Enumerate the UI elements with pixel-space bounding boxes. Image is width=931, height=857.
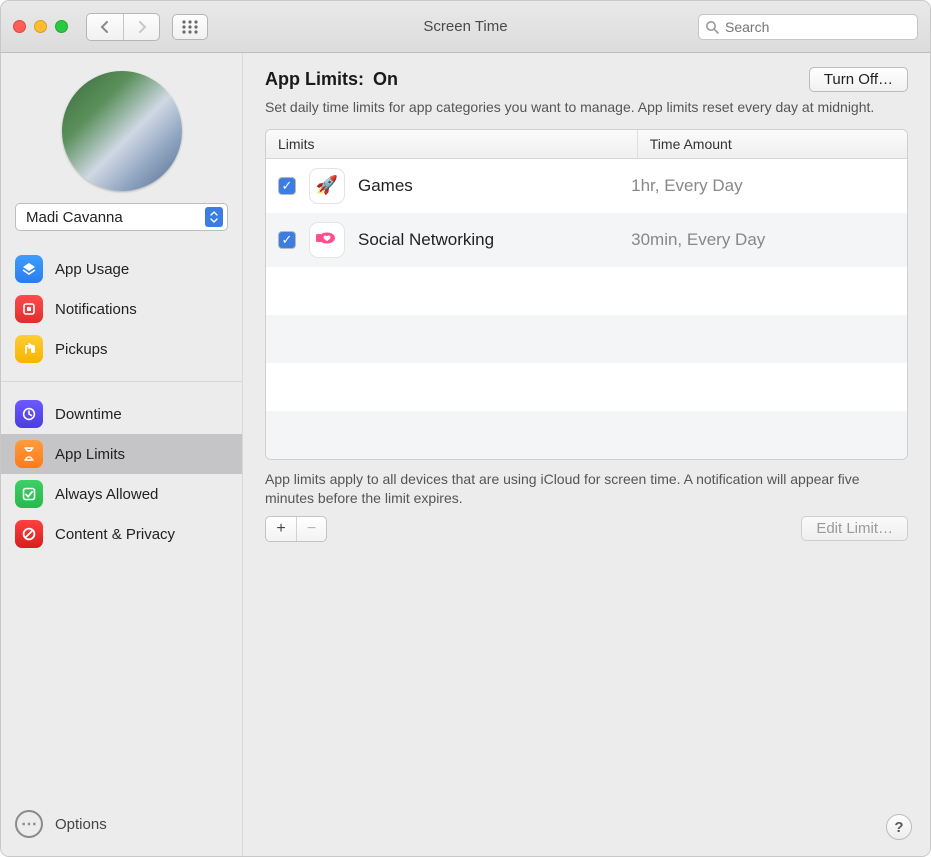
traffic-lights	[13, 20, 68, 33]
sidebar-item-label: App Usage	[55, 261, 129, 278]
sidebar-item-label: Content & Privacy	[55, 526, 175, 543]
show-all-button[interactable]	[172, 14, 208, 40]
search-field[interactable]	[698, 14, 918, 40]
col-amount[interactable]: Time Amount	[638, 130, 907, 158]
page-description: Set daily time limits for app categories…	[265, 98, 905, 117]
edit-limit-button[interactable]: Edit Limit…	[801, 516, 908, 541]
clock-icon	[15, 400, 43, 428]
turn-off-button[interactable]: Turn Off…	[809, 67, 908, 92]
sidebar-item-label: Notifications	[55, 301, 137, 318]
layers-icon	[15, 255, 43, 283]
headline: App Limits: On Turn Off…	[265, 67, 908, 92]
table-actions: + − Edit Limit…	[265, 516, 908, 542]
avatar-wrap	[1, 71, 242, 191]
limits-table: Limits Time Amount ✓ 🚀 Games 1hr, Every …	[265, 129, 908, 460]
grid-icon	[182, 20, 198, 34]
sidebar-item-label: Pickups	[55, 341, 108, 358]
row-amount: 1hr, Every Day	[631, 176, 895, 196]
sidebar-item-downtime[interactable]: Downtime	[1, 394, 242, 434]
updown-chevron-icon	[210, 211, 218, 223]
col-limits[interactable]: Limits	[266, 130, 638, 158]
sidebar-item-label: Downtime	[55, 406, 122, 423]
table-row[interactable]: ✓ Social Networking 30min, Every Day	[266, 213, 907, 267]
hourglass-icon	[15, 440, 43, 468]
sidebar-options[interactable]: ⋯ Options	[1, 798, 242, 856]
add-remove-group: + −	[265, 516, 327, 542]
pickup-icon	[15, 335, 43, 363]
row-label: Social Networking	[358, 230, 617, 250]
minimize-window-button[interactable]	[34, 20, 47, 33]
chevron-left-icon	[100, 21, 110, 33]
user-select[interactable]: Madi Cavanna	[15, 203, 228, 231]
forward-button[interactable]	[123, 14, 159, 40]
main-panel: App Limits: On Turn Off… Set daily time …	[243, 53, 930, 856]
sidebar-item-pickups[interactable]: Pickups	[1, 329, 242, 369]
dropdown-caret	[205, 207, 223, 227]
search-icon	[705, 20, 719, 34]
page-title-prefix: App Limits:	[265, 69, 369, 89]
sidebar-item-notifications[interactable]: Notifications	[1, 289, 242, 329]
row-checkbox[interactable]: ✓	[278, 177, 296, 195]
table-row-empty	[266, 411, 907, 459]
table-row-empty	[266, 363, 907, 411]
sidebar-group-usage: App Usage Notifications Pickups	[1, 245, 242, 373]
bell-icon	[15, 295, 43, 323]
user-avatar[interactable]	[62, 71, 182, 191]
sidebar-item-app-usage[interactable]: App Usage	[1, 249, 242, 289]
add-limit-button[interactable]: +	[266, 517, 296, 541]
sidebar-item-content-privacy[interactable]: Content & Privacy	[1, 514, 242, 554]
user-select-label: Madi Cavanna	[26, 209, 123, 226]
row-amount: 30min, Every Day	[631, 230, 895, 250]
nav-segmented	[86, 13, 160, 41]
page-title: App Limits: On	[265, 69, 398, 90]
sidebar-item-always-allowed[interactable]: Always Allowed	[1, 474, 242, 514]
back-button[interactable]	[87, 14, 123, 40]
sidebar-group-controls: Downtime App Limits Always Allowed	[1, 390, 242, 558]
window: Screen Time Madi Cavanna	[0, 0, 931, 857]
chat-heart-icon	[310, 223, 344, 257]
sidebar-item-label: Always Allowed	[55, 486, 158, 503]
close-window-button[interactable]	[13, 20, 26, 33]
help-button[interactable]: ?	[886, 814, 912, 840]
sidebar-divider	[1, 381, 242, 382]
sidebar-item-label: App Limits	[55, 446, 125, 463]
table-row[interactable]: ✓ 🚀 Games 1hr, Every Day	[266, 159, 907, 213]
footer-note: App limits apply to all devices that are…	[265, 470, 908, 508]
options-label: Options	[55, 816, 107, 833]
search-input[interactable]	[725, 19, 911, 35]
row-label: Games	[358, 176, 617, 196]
page-title-state: On	[373, 69, 398, 89]
sidebar: Madi Cavanna App Usage Notifications	[1, 53, 243, 856]
rocket-icon: 🚀	[310, 169, 344, 203]
sidebar-item-app-limits[interactable]: App Limits	[1, 434, 242, 474]
table-row-empty	[266, 267, 907, 315]
remove-limit-button[interactable]: −	[296, 517, 326, 541]
row-checkbox[interactable]: ✓	[278, 231, 296, 249]
content: Madi Cavanna App Usage Notifications	[1, 53, 930, 856]
titlebar: Screen Time	[1, 1, 930, 53]
zoom-window-button[interactable]	[55, 20, 68, 33]
check-icon	[15, 480, 43, 508]
table-header: Limits Time Amount	[266, 130, 907, 159]
block-icon	[15, 520, 43, 548]
table-body: ✓ 🚀 Games 1hr, Every Day ✓ Social Networ…	[266, 159, 907, 459]
chevron-right-icon	[137, 21, 147, 33]
ellipsis-icon: ⋯	[15, 810, 43, 838]
table-row-empty	[266, 315, 907, 363]
